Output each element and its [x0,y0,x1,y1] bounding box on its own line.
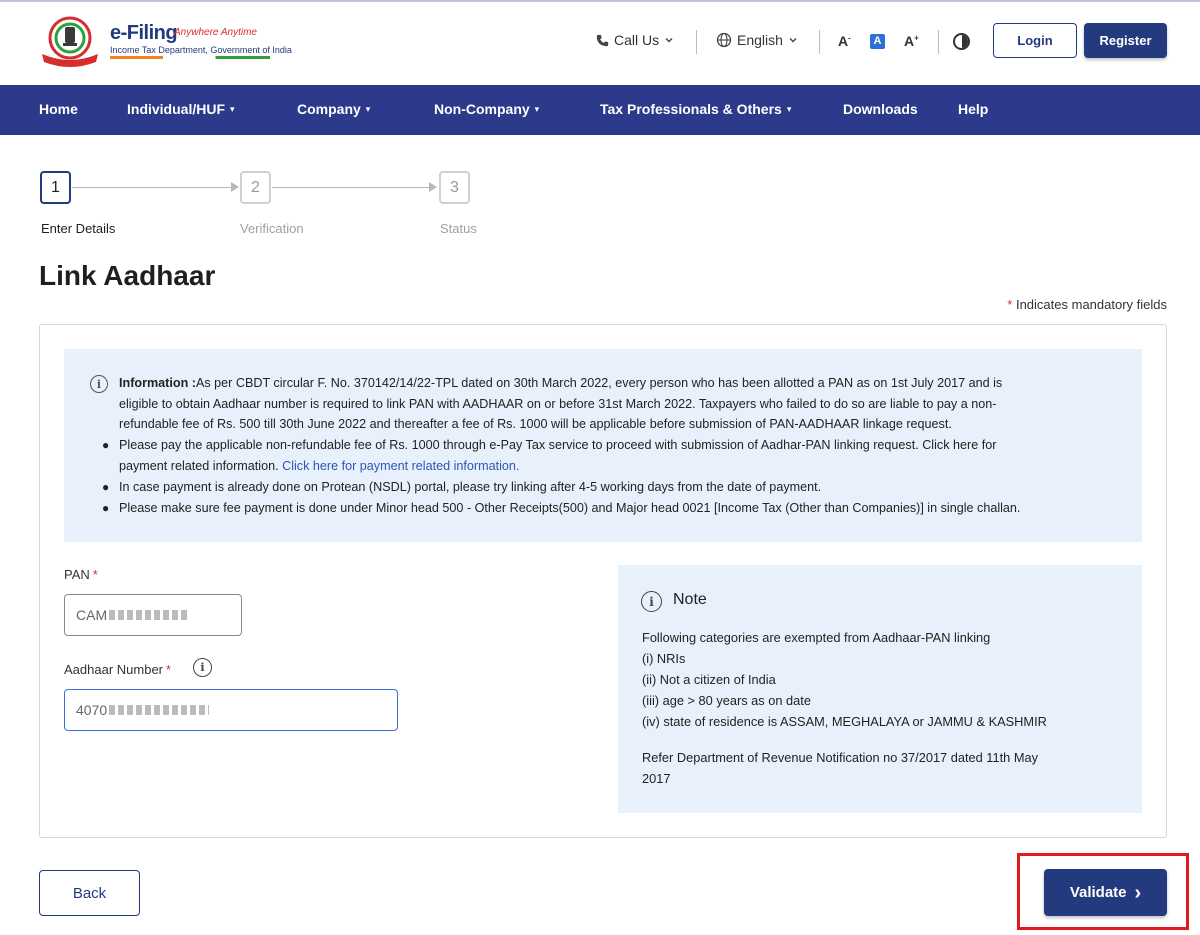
back-button[interactable]: Back [39,870,140,916]
contrast-icon[interactable] [953,33,970,50]
page-title: Link Aadhaar [39,260,216,291]
emblem-icon [42,16,98,67]
header-divider [819,30,820,54]
bullet-icon: ● [102,438,110,452]
step-3-indicator: 3 [439,171,470,204]
efiling-logo[interactable]: e-Filing Anywhere Anytime Income Tax Dep… [38,16,292,68]
logo-tagline: Anywhere Anytime [174,27,257,38]
globe-icon [716,32,732,48]
nav-item-individual-huf[interactable]: Individual/HUF ▾ [127,101,235,117]
language-label: English [737,32,783,48]
step-connector [272,187,430,188]
validate-button[interactable]: Validate › [1044,869,1167,916]
step-2-label: Verification [240,221,304,236]
info-icon[interactable]: i [193,658,212,677]
note-item: (i) NRIs [642,651,686,666]
register-button[interactable]: Register [1084,23,1167,58]
note-item: (iv) state of residence is ASSAM, MEGHAL… [642,714,1047,729]
font-default-button[interactable]: A [870,34,885,49]
info-icon: i [90,375,108,393]
note-intro: Following categories are exempted from A… [642,630,991,645]
info-bullet-3: Please make sure fee payment is done und… [119,501,1021,515]
tricolor-line [110,56,270,59]
chevron-down-icon: ▾ [230,103,235,114]
step-1-indicator: 1 [40,171,71,204]
nav-item-help[interactable]: Help [958,101,988,117]
logo-title: e-Filing [110,22,178,44]
nav-item-tax-professionals[interactable]: Tax Professionals & Others ▾ [600,101,791,117]
chevron-down-icon [665,38,673,43]
step-connector [72,187,232,188]
chevron-down-icon: ▾ [534,103,540,114]
nav-item-company[interactable]: Company ▾ [297,101,370,117]
nav-item-non-company[interactable]: Non-Company ▾ [434,101,539,117]
language-selector[interactable]: English [716,32,798,48]
step-3-label: Status [440,221,477,236]
note-reference-line-2: 2017 [642,771,671,786]
payment-info-link[interactable]: Click here for payment related informati… [282,459,519,473]
login-button[interactable]: Login [993,23,1077,58]
info-bullet-1-line-2: payment related information. Click here … [119,459,520,473]
font-decrease-button[interactable]: A- [838,33,851,49]
chevron-right-icon: › [1134,881,1142,904]
chevron-down-icon [789,38,797,43]
arrow-right-icon [231,182,239,192]
required-star: * [1007,297,1013,312]
note-reference-line-1: Refer Department of Revenue Notification… [642,750,1038,765]
chevron-down-icon: ▾ [365,103,371,114]
font-increase-button[interactable]: A+ [904,33,919,49]
info-paragraph-line-1: Information :As per CBDT circular F. No.… [119,376,1003,390]
logo-subtitle: Income Tax Department, Government of Ind… [110,45,292,55]
chevron-down-icon: ▾ [786,103,792,114]
aadhaar-label: Aadhaar Number * [64,662,172,677]
pan-label: PAN * [64,567,98,582]
note-item: (iii) age > 80 years as on date [642,693,811,708]
site-header: e-Filing Anywhere Anytime Income Tax Dep… [0,2,1200,85]
header-divider [696,30,697,54]
info-bullet-2: In case payment is already done on Prote… [119,480,822,494]
info-bullet-1-line-1: Please pay the applicable non-refundable… [119,438,997,452]
note-item: (ii) Not a citizen of India [642,672,776,687]
step-2-indicator: 2 [240,171,271,204]
bullet-icon: ● [102,501,110,515]
pan-input[interactable]: CAM [64,594,242,636]
main-nav: Home Individual/HUF ▾ Company ▾ Non-Compan… [0,85,1200,135]
nav-item-downloads[interactable]: Downloads [843,101,918,117]
arrow-right-icon [429,182,437,192]
info-paragraph-line-3: refundable fee of Rs. 500 till 30th June… [119,417,952,431]
bullet-icon: ● [102,480,110,494]
info-paragraph-line-2: eligible to obtain Aadhaar number is req… [119,397,997,411]
nav-item-home[interactable]: Home [39,101,78,117]
call-us-label: Call Us [614,32,660,48]
aadhaar-number-input[interactable]: 4070 [64,689,398,731]
masked-value [109,705,210,715]
step-1-label: Enter Details [41,221,116,236]
note-title: Note [673,591,707,608]
info-icon: i [641,591,662,612]
header-divider [938,30,939,54]
call-us-menu[interactable]: Call Us [596,32,674,48]
phone-icon [596,34,609,46]
masked-value [109,610,190,620]
mandatory-fields-note: * Indicates mandatory fields [1007,297,1167,312]
